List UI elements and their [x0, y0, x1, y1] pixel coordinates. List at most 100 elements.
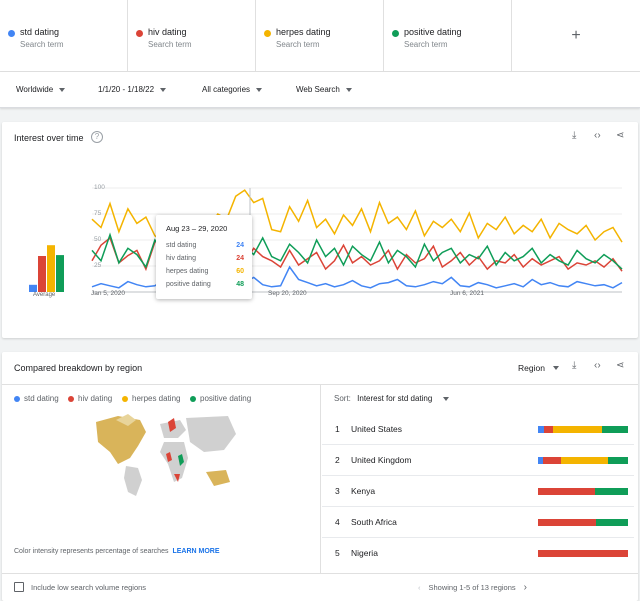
download-icon[interactable]: ⤓: [572, 360, 576, 371]
share-icon[interactable]: ⋖: [616, 360, 624, 371]
term-card-1[interactable]: std dating Search term: [0, 0, 128, 72]
filter-bar: Worldwide 1/1/20 - 1/18/22 All categorie…: [0, 72, 640, 108]
date-range-filter[interactable]: 1/1/20 - 1/18/22: [98, 85, 167, 94]
y-tick: 50: [94, 236, 102, 243]
region-row[interactable]: 5 Nigeria: [322, 538, 634, 569]
region-rank: 5: [335, 548, 340, 558]
term-card-2[interactable]: hiv dating Search term: [128, 0, 256, 72]
chart-tooltip: Aug 23 – 29, 2020 std dating 24 hiv dati…: [156, 215, 252, 299]
share-segment: [561, 457, 609, 464]
category-filter[interactable]: All categories: [202, 85, 263, 94]
region-rank: 3: [335, 486, 340, 496]
region-name: Kenya: [351, 486, 376, 496]
region-row[interactable]: 4 South Africa: [322, 507, 634, 538]
interest-line-chart: [91, 187, 623, 293]
term-color-dot: [136, 30, 143, 37]
region-select-label: Region: [518, 363, 545, 373]
share-segment: [542, 457, 562, 464]
low-volume-checkbox[interactable]: [14, 582, 24, 592]
chevron-down-icon: [345, 87, 352, 92]
region-card-footer: Include low search volume regions ‹ Show…: [2, 573, 638, 601]
region-rank: 2: [335, 455, 340, 465]
region-rank: 4: [335, 517, 340, 527]
term-type: Search term: [276, 40, 320, 49]
legend-dot: [122, 395, 128, 402]
term-color-dot: [8, 30, 15, 37]
x-tick: Sep 20, 2020: [268, 290, 307, 297]
term-color-dot: [264, 30, 271, 37]
share-segment: [544, 426, 554, 433]
legend-item: positive dating: [190, 394, 251, 403]
map-note-text: Color intensity represents percentage of…: [14, 548, 169, 555]
share-segment: [538, 519, 596, 526]
world-map: [96, 414, 236, 496]
region-row[interactable]: 2 United Kingdom: [322, 445, 634, 476]
legend-dot: [14, 395, 20, 402]
region-name: United States: [351, 424, 403, 434]
region-row[interactable]: 1 United States: [322, 414, 634, 445]
tooltip-row: herpes dating 60: [166, 268, 244, 275]
search-type-filter[interactable]: Web Search: [296, 85, 352, 94]
location-filter-label: Worldwide: [16, 85, 54, 94]
legend-label: hiv dating: [78, 394, 113, 403]
chevron-down-icon: [442, 397, 449, 401]
embed-icon[interactable]: ‹›: [594, 360, 601, 371]
region-name: South Africa: [351, 517, 397, 527]
tooltip-row: hiv dating 24: [166, 255, 244, 262]
legend-label: std dating: [24, 394, 59, 403]
tooltip-row-label: positive dating: [166, 281, 211, 288]
add-term-button[interactable]: +: [512, 0, 640, 72]
legend-item: herpes dating: [122, 394, 180, 403]
term-type: Search term: [148, 40, 192, 49]
legend-label: positive dating: [200, 394, 252, 403]
x-tick: Jun 6, 2021: [450, 290, 484, 297]
legend-dot: [68, 395, 74, 402]
region-row[interactable]: 3 Kenya: [322, 476, 634, 507]
sort-label: Sort:: [334, 394, 351, 403]
category-filter-label: All categories: [202, 85, 251, 94]
interest-over-time-card: Interest over time ? ⤓ ‹› ⋖ Average 100 …: [2, 122, 638, 338]
prev-page-icon[interactable]: ‹: [418, 583, 421, 592]
region-share-bar: [538, 550, 628, 557]
share-segment: [601, 426, 628, 433]
sort-control[interactable]: Sort: Interest for std dating: [334, 394, 449, 403]
chevron-down-icon: [160, 87, 167, 92]
tooltip-title: Aug 23 – 29, 2020: [166, 224, 228, 233]
legend-label: herpes dating: [132, 394, 181, 403]
chevron-down-icon: [552, 366, 559, 370]
region-share-bar: [538, 426, 628, 433]
term-name: hiv dating: [148, 27, 187, 37]
search-type-label: Web Search: [296, 85, 340, 94]
share-segment: [608, 457, 628, 464]
term-card-4[interactable]: positive dating Search term: [384, 0, 512, 72]
x-tick: Jan 5, 2020: [91, 290, 125, 297]
pager: ‹ Showing 1-5 of 13 regions ›: [418, 582, 527, 593]
term-name: positive dating: [404, 27, 462, 37]
region-resolution-select[interactable]: Region: [518, 363, 559, 373]
share-segment: [595, 519, 628, 526]
tooltip-row-value: 48: [236, 281, 244, 288]
term-card-3[interactable]: herpes dating Search term: [256, 0, 384, 72]
share-segment: [538, 488, 595, 495]
legend-item: std dating: [14, 394, 59, 403]
y-tick: 100: [94, 184, 105, 191]
next-page-icon[interactable]: ›: [524, 582, 527, 593]
region-rank: 1: [335, 424, 340, 434]
location-filter[interactable]: Worldwide: [16, 85, 66, 94]
region-share-bar: [538, 519, 628, 526]
pager-text: Showing 1-5 of 13 regions: [428, 583, 516, 592]
card-title: Compared breakdown by region: [14, 363, 143, 373]
term-name: herpes dating: [276, 27, 331, 37]
region-share-bar: [538, 457, 628, 464]
learn-more-link[interactable]: LEARN MORE: [172, 548, 219, 555]
region-breakdown-card: Compared breakdown by region Region ⤓ ‹›…: [2, 352, 638, 601]
region-name: United Kingdom: [351, 455, 412, 465]
search-terms-bar: std dating Search term hiv dating Search…: [0, 0, 640, 72]
tooltip-row-label: std dating: [166, 242, 197, 249]
term-name: std dating: [20, 27, 60, 37]
region-name: Nigeria: [351, 548, 378, 558]
term-type: Search term: [404, 40, 448, 49]
share-segment: [594, 488, 628, 495]
chevron-down-icon: [256, 87, 263, 92]
chevron-down-icon: [59, 87, 66, 92]
